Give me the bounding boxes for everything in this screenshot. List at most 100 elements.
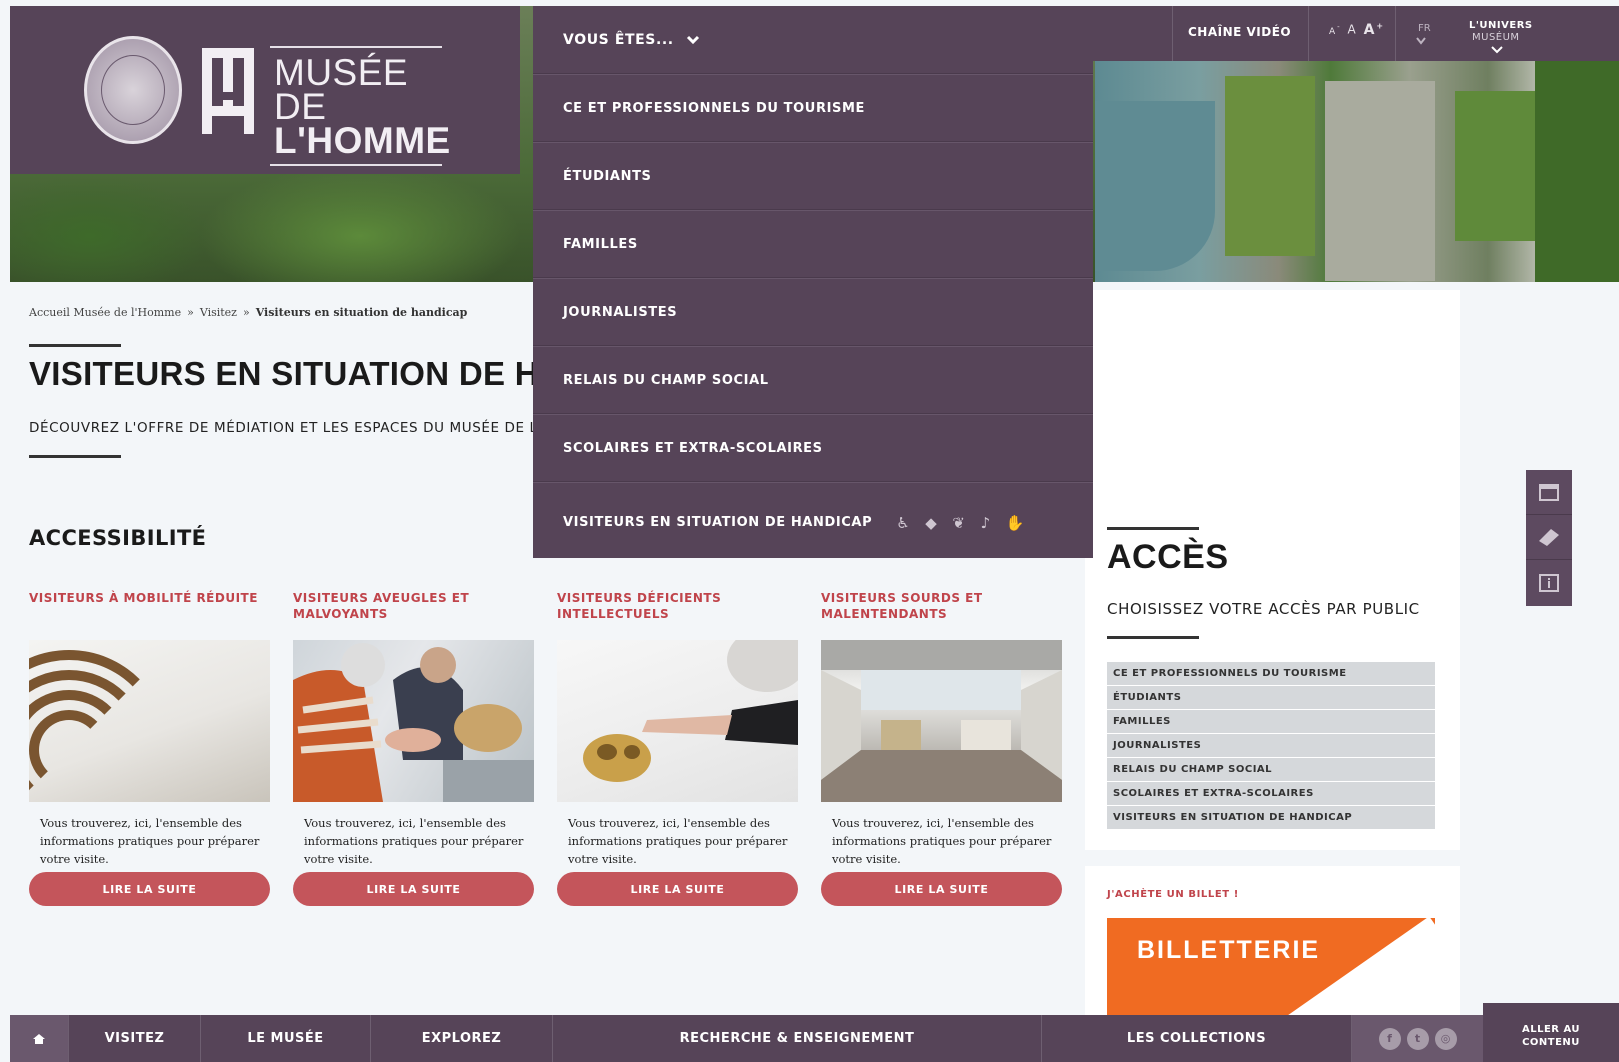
ticket-label: J'ACHÈTE UN BILLET ! [1107,889,1239,900]
language-selector[interactable]: FR [1418,23,1431,34]
breadcrumb: Accueil Musée de l'Homme » Visitez » Vis… [29,306,467,319]
univers-museum-menu[interactable]: L'UNIVERS MUSÉUM [1437,6,1559,61]
read-more-button[interactable]: LIRE LA SUITE [821,872,1062,906]
side-toolbar [1526,470,1572,606]
dropdown-item-handicap[interactable]: VISITEURS EN SITUATION DE HANDICAP ♿ ◆ ❦… [533,482,1093,562]
read-more-button[interactable]: LIRE LA SUITE [29,872,270,906]
font-reset-button[interactable]: A [1348,23,1358,37]
card-description: Vous trouverez, ici, l'ensemble des info… [40,816,260,866]
dropdown-item-tourisme[interactable]: CE ET PROFESSIONNELS DU TOURISME [533,74,1093,142]
nav-collections[interactable]: LES COLLECTIONS [1041,1015,1351,1062]
video-channel-link[interactable]: CHAÎNE VIDÉO [1188,25,1291,39]
acces-item-familles[interactable]: FAMILLES [1107,710,1435,733]
card-title[interactable]: VISITEURS À MOBILITÉ RÉDUITE [29,590,270,638]
section-title: ACCESSIBILITÉ [29,526,207,550]
univers-label: L'UNIVERS [1469,20,1533,31]
dropdown-item-label: JOURNALISTES [563,304,678,320]
nav-le-musee[interactable]: LE MUSÉE [200,1015,370,1062]
breadcrumb-visit-link[interactable]: Visitez [200,306,237,319]
dropdown-toggle-label: VOUS ÊTES... [563,31,674,48]
eye-icon: ◆ [925,513,938,532]
logo-area[interactable]: MUSÉE DE L'HOMME [10,6,520,174]
read-more-button[interactable]: LIRE LA SUITE [293,872,534,906]
ticket-button[interactable] [1526,515,1572,560]
card-image[interactable] [557,640,798,802]
dropdown-item-label: CE ET PROFESSIONNELS DU TOURISME [563,100,865,116]
facebook-icon[interactable]: f [1378,1027,1401,1050]
acces-item-etudiants[interactable]: ÉTUDIANTS [1107,686,1435,709]
acces-item-handicap[interactable]: VISITEURS EN SITUATION DE HANDICAP [1107,806,1435,829]
breadcrumb-separator: » [187,306,194,319]
dropdown-item-journalistes[interactable]: JOURNALISTES [533,278,1093,346]
ticket-banner-text: BILLETTERIE [1137,936,1321,964]
home-button[interactable] [10,1015,68,1062]
info-button[interactable] [1526,560,1572,605]
dropdown-item-label: ÉTUDIANTS [563,168,652,184]
acces-item-journalistes[interactable]: JOURNALISTES [1107,734,1435,757]
dropdown-item-label: FAMILLES [563,236,638,252]
ticket-graphic [1281,918,1435,1016]
card-image[interactable] [821,640,1062,802]
chevron-down-icon[interactable] [1416,37,1426,45]
ticket-icon [1539,529,1559,546]
nav-recherche-enseignement[interactable]: RECHERCHE & ENSEIGNEMENT [552,1015,1041,1062]
ear-icon: ♪ [980,513,991,532]
breadcrumb-home-link[interactable]: Accueil Musée de l'Homme [29,306,181,319]
hero-aerial-photo [1095,61,1619,282]
chevron-down-icon [1491,46,1503,54]
dropdown-item-label: SCOLAIRES ET EXTRA-SCOLAIRES [563,440,823,456]
calendar-button[interactable] [1526,470,1572,515]
dropdown-item-label: VISITEURS EN SITUATION DE HANDICAP [563,515,873,530]
font-decrease-button[interactable]: A- [1329,23,1342,37]
wheelchair-icon: ♿ [896,513,911,532]
card-image[interactable] [293,640,534,802]
museum-label: MUSÉUM [1472,32,1520,43]
instagram-icon[interactable]: ◎ [1434,1027,1457,1050]
card-description: Vous trouverez, ici, l'ensemble des info… [304,816,524,866]
skip-to-content-button[interactable]: ALLER AU CONTENU [1483,1003,1619,1062]
dropdown-item-relais-social[interactable]: RELAIS DU CHAMP SOCIAL [533,346,1093,414]
dropdown-item-familles[interactable]: FAMILLES [533,210,1093,278]
font-size-controls[interactable]: A- A A+ [1329,21,1385,38]
card-title[interactable]: VISITEURS DÉFICIENTS INTELLECTUELS [557,590,798,638]
acces-item-tourisme[interactable]: CE ET PROFESSIONNELS DU TOURISME [1107,662,1435,685]
breadcrumb-separator: » [242,306,250,319]
acces-list: CE ET PROFESSIONNELS DU TOURISME ÉTUDIAN… [1107,662,1435,830]
home-icon [33,1033,45,1044]
read-more-button[interactable]: LIRE LA SUITE [557,872,798,906]
dropdown-item-etudiants[interactable]: ÉTUDIANTS [533,142,1093,210]
dropdown-item-scolaires[interactable]: SCOLAIRES ET EXTRA-SCOLAIRES [533,414,1093,482]
nav-visitez[interactable]: VISITEZ [68,1015,200,1062]
acces-title: ACCÈS [1107,538,1229,576]
acces-rule-bottom [1107,636,1199,639]
card-description: Vous trouverez, ici, l'ensemble des info… [568,816,788,866]
card-aveugles-malvoyants: VISITEURS AVEUGLES ET MALVOYANTS Vous tr… [293,590,534,908]
museum-name: MUSÉE DE L'HOMME [270,46,451,166]
handicap-icons: ♿ ◆ ❦ ♪ ✋ [896,514,1025,532]
info-icon [1539,573,1559,592]
main-navigation: VISITEZ LE MUSÉE EXPLOREZ RECHERCHE & EN… [10,1015,1483,1062]
audience-dropdown-menu: VOUS ÊTES... CE ET PROFESSIONNELS DU TOU… [533,6,1093,558]
card-image[interactable] [29,640,270,802]
dropdown-toggle[interactable]: VOUS ÊTES... [533,6,1093,74]
acces-item-scolaires[interactable]: SCOLAIRES ET EXTRA-SCOLAIRES [1107,782,1435,805]
title-rule-top [29,344,121,347]
acces-item-relais-social[interactable]: RELAIS DU CHAMP SOCIAL [1107,758,1435,781]
ticket-banner[interactable]: BILLETTERIE [1107,918,1435,1016]
acces-rule-top [1107,527,1199,530]
card-title[interactable]: VISITEURS AVEUGLES ET MALVOYANTS [293,590,534,638]
museum-seal-logo [84,36,182,144]
mh-logo-mark [202,48,254,134]
sign-language-icon: ✋ [1005,513,1026,532]
title-rule-bottom [29,455,121,458]
museum-name-line2: L'HOMME [274,120,451,161]
nav-explorez[interactable]: EXPLOREZ [370,1015,552,1062]
card-title[interactable]: VISITEURS SOURDS ET MALENTENDANTS [821,590,1062,638]
acces-subtitle: CHOISISSEZ VOTRE ACCÈS PAR PUBLIC [1107,600,1420,618]
font-increase-button[interactable]: A+ [1364,21,1386,38]
twitter-icon[interactable]: t [1406,1027,1429,1050]
page-subtitle: DÉCOUVREZ L'OFFRE DE MÉDIATION ET LES ES… [29,420,598,436]
brain-icon: ❦ [952,513,966,532]
card-description: Vous trouverez, ici, l'ensemble des info… [832,816,1052,866]
museum-name-line1: MUSÉE DE [274,52,409,127]
